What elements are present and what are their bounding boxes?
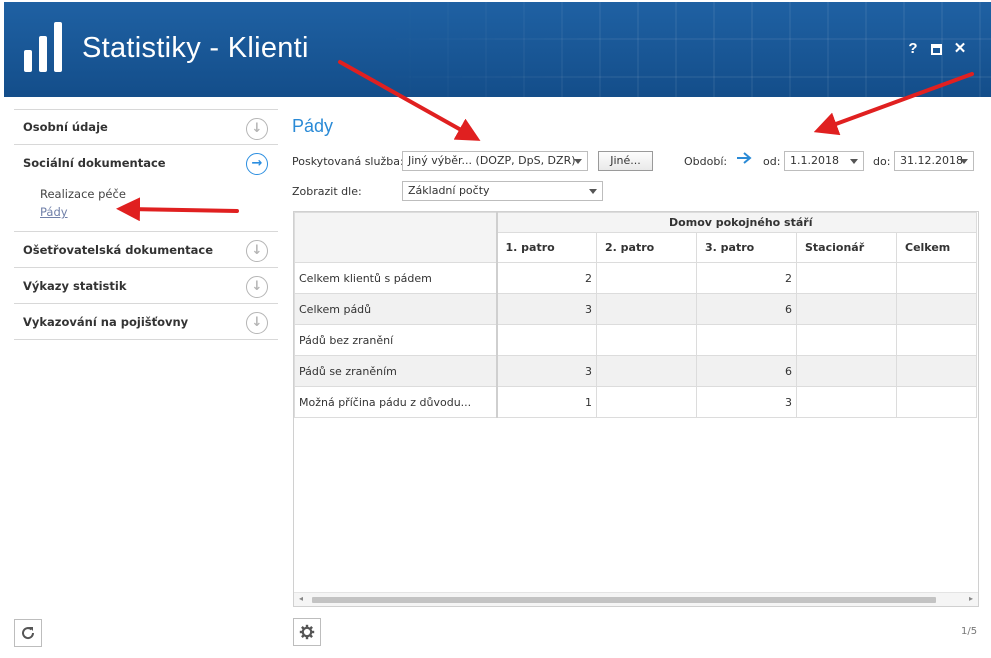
from-date-select[interactable]: 1.1.2018: [784, 151, 864, 171]
table-cell[interactable]: 3: [696, 386, 797, 418]
from-label: od:: [763, 155, 781, 168]
chevron-down-icon: [574, 159, 582, 164]
display-label: Zobrazit dle:: [292, 185, 362, 198]
chevron-down-icon: [850, 159, 858, 164]
bar-chart-logo-icon: [24, 22, 68, 72]
sidebar-item-label: Vykazování na pojišťovny: [23, 314, 189, 329]
page-title: Pády: [292, 116, 334, 136]
sidebar-item-label: Osobní údaje: [23, 120, 108, 134]
table-cell[interactable]: 1: [496, 386, 597, 418]
table-row: Možná příčina pádu z důvodu... 1 3: [294, 386, 978, 418]
table-corner: [294, 212, 498, 263]
table-cell[interactable]: 2: [696, 262, 797, 294]
horizontal-scrollbar[interactable]: ◂ ▸: [294, 592, 978, 606]
other-button[interactable]: Jiné...: [598, 151, 653, 171]
table-cell[interactable]: [796, 386, 897, 418]
to-date-select[interactable]: 31.12.2018: [894, 151, 974, 171]
table-cell[interactable]: [496, 324, 597, 356]
settings-button[interactable]: [293, 618, 321, 646]
table-cell[interactable]: [596, 262, 697, 294]
sidebar-subitem-realizace-pece[interactable]: Realizace péče: [40, 185, 278, 203]
column-header[interactable]: 1. patro: [496, 232, 597, 263]
table-cell[interactable]: [796, 262, 897, 294]
column-header[interactable]: Stacionář: [796, 232, 897, 263]
to-label: do:: [873, 155, 891, 168]
table-group-header: Domov pokojného stáří: [495, 212, 978, 233]
help-button[interactable]: ?: [904, 40, 922, 58]
scroll-left-icon[interactable]: ◂: [299, 594, 303, 603]
sidebar-subnav: Realizace péče Pády: [14, 181, 278, 232]
table-cell[interactable]: 3: [496, 355, 597, 387]
row-label: Možná příčina pádu z důvodu...: [294, 386, 498, 418]
table-cell[interactable]: [596, 293, 697, 325]
sidebar: Osobní údaje ↓ Sociální dokumentace → Re…: [14, 109, 278, 340]
arrow-down-circle-icon[interactable]: ↓: [246, 118, 268, 140]
table-cell[interactable]: [796, 355, 897, 387]
table-cell[interactable]: [796, 324, 897, 356]
sidebar-item-label: Ošetřovatelská dokumentace: [23, 242, 214, 257]
from-date-value: 1.1.2018: [790, 154, 839, 167]
table-cell[interactable]: 2: [496, 262, 597, 294]
table-row: Pádů se zraněním 3 6: [294, 355, 978, 387]
refresh-icon: [22, 627, 35, 640]
table-cell[interactable]: 6: [696, 293, 797, 325]
row-label: Celkem klientů s pádem: [294, 262, 498, 294]
table-cell[interactable]: [895, 386, 978, 418]
sidebar-item-vykazy-statistik[interactable]: Výkazy statistik ↓: [14, 268, 278, 304]
table-cell[interactable]: [696, 324, 797, 356]
period-label: Období:: [684, 155, 728, 168]
page-indicator: 1/5: [961, 626, 978, 637]
to-date-value: 31.12.2018: [900, 154, 963, 167]
refresh-button[interactable]: [14, 619, 42, 647]
service-label: Poskytovaná služba:: [292, 155, 404, 168]
sidebar-item-osobni-udaje[interactable]: Osobní údaje ↓: [14, 109, 278, 145]
table-cell[interactable]: [895, 293, 978, 325]
column-header[interactable]: Celkem: [895, 232, 978, 263]
table-row: Celkem pádů 3 6: [294, 293, 978, 325]
title-bar: Statistiky - Klienti ? ✕: [4, 2, 991, 97]
service-select[interactable]: Jiný výběr... (DOZP, DpS, DZR): [402, 151, 588, 171]
table-cell[interactable]: [895, 324, 978, 356]
column-header[interactable]: 2. patro: [596, 232, 697, 263]
maximize-button[interactable]: [931, 44, 942, 55]
column-header[interactable]: 3. patro: [696, 232, 797, 263]
gear-icon: [299, 624, 315, 640]
table-row: Celkem klientů s pádem 2 2: [294, 262, 978, 294]
arrow-down-circle-icon[interactable]: ↓: [246, 240, 268, 262]
sidebar-item-label: Výkazy statistik: [23, 278, 127, 293]
sidebar-item-socialni-dokumentace[interactable]: Sociální dokumentace →: [14, 145, 278, 181]
arrow-down-circle-icon[interactable]: ↓: [246, 276, 268, 298]
table-cell[interactable]: [895, 355, 978, 387]
table-cell[interactable]: 6: [696, 355, 797, 387]
table-cell[interactable]: [596, 324, 697, 356]
scrollbar-thumb[interactable]: [312, 597, 936, 603]
table-cell[interactable]: [596, 355, 697, 387]
table-cell[interactable]: [796, 293, 897, 325]
close-button[interactable]: ✕: [951, 40, 969, 58]
table-cell[interactable]: [895, 262, 978, 294]
sidebar-item-label: Sociální dokumentace: [23, 156, 166, 170]
scroll-right-icon[interactable]: ▸: [969, 594, 973, 603]
display-select[interactable]: Základní počty: [402, 181, 603, 201]
table-cell[interactable]: [596, 386, 697, 418]
arrow-right-circle-icon[interactable]: →: [246, 153, 268, 175]
chevron-down-icon: [960, 159, 968, 164]
statistics-table: Domov pokojného stáří 1. patro 2. patro …: [293, 211, 979, 607]
table-row: Pádů bez zranění: [294, 324, 978, 356]
chevron-down-icon: [589, 189, 597, 194]
window-title: Statistiky - Klienti: [82, 32, 309, 64]
row-label: Celkem pádů: [294, 293, 498, 325]
display-select-value: Základní počty: [408, 184, 490, 197]
row-label: Pádů se zraněním: [294, 355, 498, 387]
arrow-right-icon: [737, 152, 752, 164]
sidebar-item-osetrovatelska-dokumentace[interactable]: Ošetřovatelská dokumentace ↓: [14, 232, 278, 268]
sidebar-item-vykazovani-na-pojistovny[interactable]: Vykazování na pojišťovny ↓: [14, 304, 278, 340]
table-cell[interactable]: 3: [496, 293, 597, 325]
sidebar-subitem-pady[interactable]: Pády: [40, 203, 278, 221]
arrow-down-circle-icon[interactable]: ↓: [246, 312, 268, 334]
row-label: Pádů bez zranění: [294, 324, 498, 356]
service-select-value: Jiný výběr... (DOZP, DpS, DZR): [408, 154, 576, 167]
